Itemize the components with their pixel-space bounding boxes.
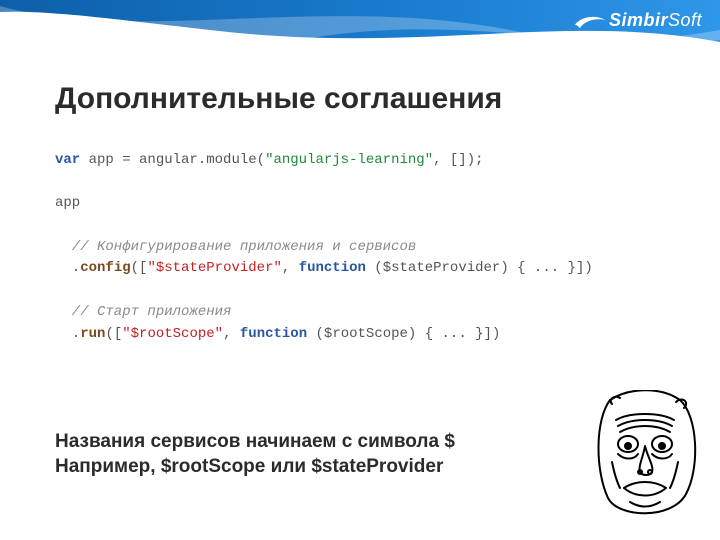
code-text: ($rootScope) { ... }]) <box>307 326 500 342</box>
code-comment: // Конфигурирование приложения и сервисо… <box>55 239 416 255</box>
code-block: var app = angular.module("angularjs-lear… <box>55 150 665 345</box>
brand-name-light: Soft <box>668 10 702 30</box>
meme-face-icon <box>590 390 700 520</box>
logo-swoosh-icon <box>573 13 607 29</box>
code-text: , <box>282 260 299 276</box>
slide-title: Дополнительные соглашения <box>55 82 502 116</box>
caption-line2: Например, $rootScope или $stateProvider <box>55 454 455 480</box>
caption: Названия сервисов начинаем с символа $ Н… <box>55 429 455 480</box>
code-keyword: function <box>299 260 366 276</box>
code-text: ([ <box>105 326 122 342</box>
code-text: . <box>55 326 80 342</box>
code-text: , []); <box>433 152 483 168</box>
code-text: app = angular.module( <box>80 152 265 168</box>
brand-name-bold: Simbir <box>609 10 668 30</box>
code-method: run <box>80 326 105 342</box>
code-string: "angularjs-learning" <box>265 152 433 168</box>
code-comment: // Старт приложения <box>55 304 231 320</box>
code-text: . <box>55 260 80 276</box>
brand-logo: SimbirSoft <box>573 10 702 31</box>
caption-line1: Названия сервисов начинаем с символа $ <box>55 429 455 455</box>
code-text: app <box>55 195 80 211</box>
code-text: ($stateProvider) { ... }]) <box>366 260 593 276</box>
slide: SimbirSoft Дополнительные соглашения var… <box>0 0 720 540</box>
code-string: "$stateProvider" <box>147 260 281 276</box>
code-method: config <box>80 260 130 276</box>
code-keyword: var <box>55 152 80 168</box>
code-text: , <box>223 326 240 342</box>
code-text: ([ <box>131 260 148 276</box>
code-string: "$rootScope" <box>122 326 223 342</box>
code-keyword: function <box>240 326 307 342</box>
